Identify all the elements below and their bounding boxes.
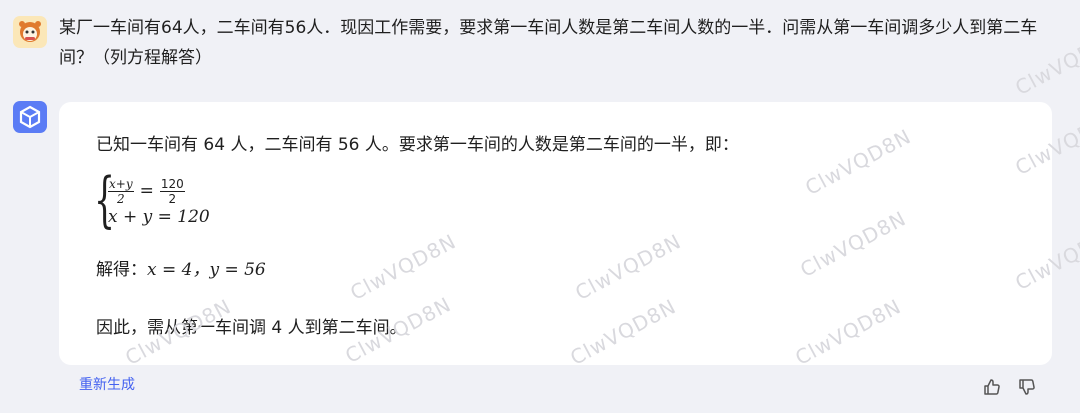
equation-row-2: x + y = 120	[108, 207, 210, 227]
cube-logo-icon	[19, 105, 41, 129]
solution-line: 解得：x = 4，y = 56	[96, 255, 266, 280]
equation-system: { x+y 2 = 120 2 x + y = 120	[94, 169, 334, 237]
equation-row-1: x+y 2 = 120 2	[108, 175, 185, 207]
assistant-answer-card: 已知一车间有 64 人，二车间有 56 人。要求第一车间的人数是第二车间的一半，…	[59, 102, 1052, 365]
user-message: 某厂一车间有64人，二车间有56人．现因工作需要，要求第一车间人数是第二车间人数…	[59, 18, 1038, 68]
fraction-right-denominator: 2	[168, 191, 177, 206]
fraction-left-numerator: x+y	[109, 176, 133, 191]
thumbs-up-button[interactable]	[982, 377, 1002, 397]
fraction-right-numerator: 120	[160, 176, 184, 191]
conclusion-line: 因此，需从第一车间调 4 人到第二车间。	[96, 318, 407, 338]
user-avatar	[13, 16, 47, 48]
solution-prefix: 解得：	[96, 260, 147, 280]
fraction-right: 120 2	[159, 176, 185, 206]
solution-values: x = 4，y = 56	[147, 260, 266, 280]
fraction-left-denominator: 2	[116, 191, 125, 206]
thumbs-down-icon	[1019, 379, 1035, 395]
user-avatar-icon	[19, 21, 41, 42]
equals-sign: =	[139, 181, 154, 201]
thumbs-down-button[interactable]	[1017, 377, 1037, 397]
answer-intro: 已知一车间有 64 人，二车间有 56 人。要求第一车间的人数是第二车间的一半，…	[96, 135, 739, 155]
fraction-left: x+y 2	[108, 178, 134, 205]
regenerate-button[interactable]: 重新生成	[79, 374, 135, 394]
thumbs-up-icon	[984, 379, 1000, 395]
assistant-avatar	[13, 101, 47, 133]
